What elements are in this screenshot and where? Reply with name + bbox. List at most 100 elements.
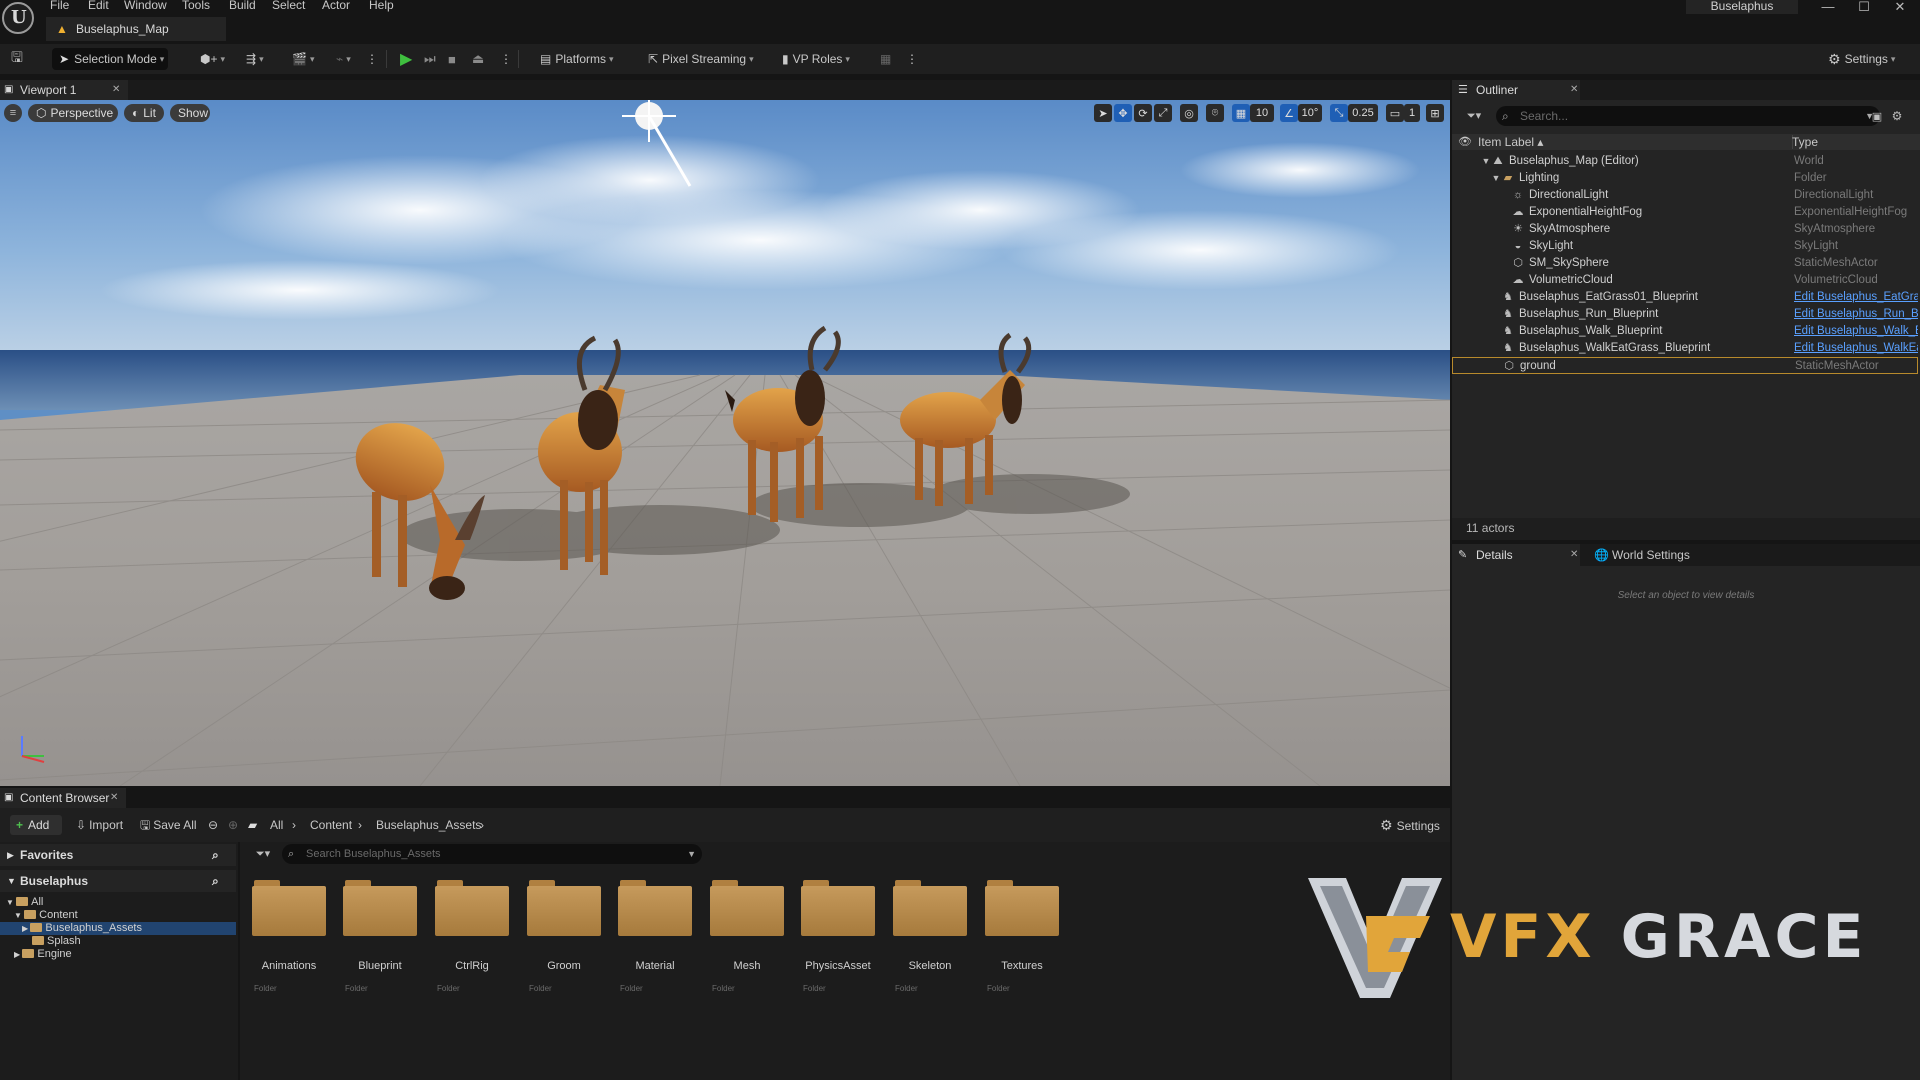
tree-item-splash[interactable]: Splash [0, 935, 81, 948]
world-settings-tab[interactable]: 🌐 World Settings [1588, 544, 1728, 566]
grid-snap-icon[interactable]: ▦ [1232, 104, 1250, 122]
hamburger-menu-icon[interactable]: ≡ [4, 104, 22, 122]
grid-snap-value[interactable]: 10 [1250, 104, 1274, 122]
outliner-row[interactable]: ☁ VolumetricCloud VolumetricCloud [1452, 272, 1918, 289]
import-button[interactable]: ⇩ Import [76, 815, 123, 835]
save-all-button[interactable]: 🖫 Save All [140, 815, 197, 835]
toolbar-more-icon[interactable]: ⋮ [366, 48, 378, 70]
toolbar-more-icon[interactable]: ⋮ [906, 48, 918, 70]
outliner-row[interactable]: ♞ Buselaphus_EatGrass01_Blueprint Edit Bus… [1452, 289, 1918, 306]
tree-item-buselaphus-assets[interactable]: ▶ Buselaphus_Assets [0, 922, 236, 935]
folder-tile[interactable]: Skeleton Folder [893, 880, 971, 993]
folder-tile[interactable]: CtrlRig Folder [435, 880, 513, 993]
stop-icon[interactable]: ■ [448, 48, 456, 70]
outliner-row-selected[interactable]: ⬡ ground StaticMeshActor [1452, 357, 1918, 374]
viewport-tab[interactable]: ▣ Viewport 1 ✕ [0, 80, 128, 100]
maximize-icon[interactable]: ☐ [1846, 0, 1882, 16]
content-settings-button[interactable]: ⚙ Settings [1380, 815, 1440, 835]
expand-arrow-icon[interactable]: ▼ [1480, 155, 1492, 167]
pixel-streaming-dropdown[interactable]: ⇱ Pixel Streaming ▾ [648, 48, 754, 70]
project-section[interactable]: ▼ Buselaphus ⌕ [0, 870, 236, 892]
add-folder-icon[interactable]: ▣ [1870, 108, 1884, 124]
item-label-column[interactable]: Item Label ▴ [1478, 135, 1543, 149]
lit-button[interactable]: ◐ Lit [124, 104, 164, 122]
document-tab[interactable]: ▲ Buselaphus_Map [46, 17, 226, 41]
outliner-row[interactable]: ▼ ⛰ Buselaphus_Map (Editor) World [1452, 153, 1918, 170]
menu-actor[interactable]: Actor [322, 0, 350, 12]
show-button[interactable]: Show [170, 104, 210, 122]
folder-tile[interactable]: Mesh Folder [710, 880, 788, 993]
gear-icon[interactable]: ⚙ [1890, 108, 1904, 124]
favorites-section[interactable]: ▶ Favorites ⌕ [0, 844, 236, 866]
minimize-icon[interactable]: — [1810, 0, 1846, 16]
expand-arrow-icon[interactable]: ▼ [6, 898, 16, 907]
viewport-layout-icon[interactable]: ⊞ [1426, 104, 1444, 122]
search-icon[interactable]: ⌕ [212, 870, 219, 892]
perspective-button[interactable]: ⬡ Perspective [28, 104, 118, 122]
scale-snap-value[interactable]: 0.25 [1348, 104, 1378, 122]
folder-tile[interactable]: PhysicsAsset Folder [801, 880, 879, 993]
outliner-row[interactable]: ♞ Buselaphus_Walk_Blueprint Edit Buselaphu… [1452, 323, 1918, 340]
filter-icon[interactable]: ⏷▾ [1462, 108, 1486, 124]
outliner-tab[interactable]: ☰ Outliner ✕ [1452, 80, 1580, 100]
eye-icon[interactable]: 👁 [1458, 135, 1472, 148]
breadcrumb-buselaphus-assets[interactable]: Buselaphus_Assets [376, 815, 481, 835]
outliner-search-input[interactable]: ⌕ Search... ▼ [1496, 106, 1880, 126]
tree-item-engine[interactable]: ▶ Engine [0, 948, 72, 961]
menu-tools[interactable]: Tools [182, 0, 210, 12]
menu-file[interactable]: File [50, 0, 69, 12]
rotate-tool-icon[interactable]: ⟳ [1134, 104, 1152, 122]
expand-arrow-icon[interactable]: ▶ [22, 924, 30, 933]
world-space-icon[interactable]: ◎ [1180, 104, 1198, 122]
tree-item-all[interactable]: ▼ All [0, 896, 43, 909]
vp-roles-dropdown[interactable]: ▮ VP Roles ▾ [782, 48, 850, 70]
breadcrumb-all[interactable]: All [270, 815, 283, 835]
advance-frame-icon[interactable]: ⏭ [424, 48, 436, 70]
folder-tile[interactable]: Material Folder [618, 880, 696, 993]
details-tab[interactable]: ✎ Details ✕ [1452, 544, 1580, 566]
selection-mode-dropdown[interactable]: ➤ Selection Mode ▾ [52, 48, 168, 70]
expand-arrow-icon[interactable]: ▼ [1490, 172, 1502, 184]
rotation-snap-icon[interactable]: ∠ [1280, 104, 1298, 122]
level-viewport[interactable] [0, 100, 1450, 786]
folder-tile[interactable]: Animations Folder [252, 880, 330, 993]
menu-window[interactable]: Window [124, 0, 167, 12]
expand-arrow-icon[interactable]: ▶ [7, 844, 14, 866]
settings-dropdown[interactable]: ⚙ Settings ▾ [1828, 48, 1895, 70]
edit-blueprint-link[interactable]: Edit Buselaphus_Walk_B [1794, 323, 1918, 339]
expand-arrow-icon[interactable]: ▼ [7, 870, 16, 892]
play-options-icon[interactable]: ⋮ [500, 48, 512, 70]
rotation-snap-value[interactable]: 10° [1298, 104, 1322, 122]
save-icon[interactable]: 🖫 [8, 49, 26, 68]
scale-tool-icon[interactable]: ⤢ [1154, 104, 1172, 122]
cinematics-button[interactable]: 🎬 ▾ [292, 48, 314, 70]
add-actor-button[interactable]: ⬢+ ▾ [200, 48, 225, 70]
search-icon[interactable]: ⌕ [212, 844, 219, 866]
camera-speed-value[interactable]: 1 [1404, 104, 1420, 122]
blueprint-button[interactable]: ⇶ ▾ [246, 48, 264, 70]
modes-button[interactable]: ⌁ ▾ [336, 48, 351, 70]
outliner-row[interactable]: ☼ DirectionalLight DirectionalLight [1452, 187, 1918, 204]
filter-icon[interactable]: ⏷▾ [250, 846, 276, 862]
platforms-dropdown[interactable]: ▤ Platforms ▾ [540, 48, 614, 70]
expand-arrow-icon[interactable]: ▶ [14, 950, 22, 959]
edit-blueprint-link[interactable]: Edit Buselaphus_Run_Bl [1794, 306, 1918, 322]
edit-blueprint-link[interactable]: Edit Buselaphus_EatGras [1794, 289, 1918, 305]
play-icon[interactable]: ▶ [400, 48, 412, 70]
close-window-icon[interactable]: ✕ [1882, 0, 1918, 16]
close-icon[interactable]: ✕ [1570, 544, 1578, 566]
close-icon[interactable]: ✕ [112, 80, 120, 100]
outliner-row[interactable]: ♞ Buselaphus_Run_Blueprint Edit Buselaphus… [1452, 306, 1918, 323]
back-icon[interactable]: ⊖ [208, 815, 218, 835]
folder-tile[interactable]: Groom Folder [527, 880, 605, 993]
folder-tile[interactable]: Blueprint Folder [343, 880, 421, 993]
edit-blueprint-link[interactable]: Edit Buselaphus_WalkEa [1794, 340, 1918, 356]
asset-search-input[interactable]: ⌕ Search Buselaphus_Assets ▼ [282, 844, 702, 864]
folder-icon[interactable]: ▰ [248, 815, 257, 835]
add-button[interactable]: + Add [10, 815, 62, 835]
menu-edit[interactable]: Edit [88, 0, 109, 12]
chevron-down-icon[interactable]: ▼ [687, 844, 696, 864]
outliner-row[interactable]: ☀ SkyAtmosphere SkyAtmosphere [1452, 221, 1918, 238]
menu-build[interactable]: Build [229, 0, 256, 12]
outliner-row[interactable]: ◒ SkyLight SkyLight [1452, 238, 1918, 255]
